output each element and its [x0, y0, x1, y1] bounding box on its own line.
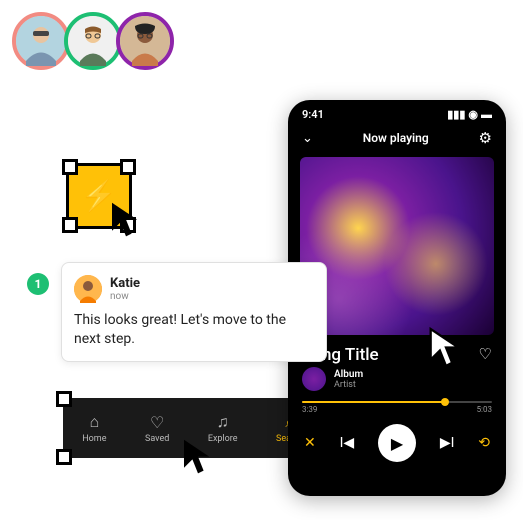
gear-icon[interactable]: ⚙: [479, 129, 492, 147]
header-title: Now playing: [313, 131, 479, 145]
time-elapsed: 3:39: [302, 405, 317, 414]
collaborator-avatars: [12, 12, 168, 70]
cursor-icon: [180, 437, 216, 483]
wifi-icon: ◉: [468, 108, 478, 121]
previous-button[interactable]: I◀: [340, 435, 355, 451]
signal-icon: ▮▮▮: [447, 108, 465, 121]
progress-thumb[interactable]: [441, 398, 449, 406]
album-artwork: [300, 157, 494, 335]
time-total: 5:03: [477, 405, 492, 414]
avatar-user-1[interactable]: [12, 12, 70, 70]
status-time: 9:41: [302, 108, 324, 121]
music-icon: ♫: [217, 412, 229, 432]
resize-handle-bottom-left[interactable]: [62, 217, 78, 233]
nav-item-saved[interactable]: ♡ Saved: [145, 413, 169, 444]
comment-timestamp: now: [110, 291, 140, 302]
avatar-user-3[interactable]: [116, 12, 174, 70]
shuffle-button[interactable]: ✕: [304, 435, 316, 451]
avatar-user-2[interactable]: [64, 12, 122, 70]
play-button[interactable]: ▶: [378, 424, 416, 462]
battery-icon: ▬: [481, 108, 492, 121]
resize-handle-top-left[interactable]: [56, 391, 72, 407]
step-badge: 1: [27, 273, 49, 295]
comment-card[interactable]: Katie now This looks great! Let's move t…: [61, 262, 327, 362]
status-bar: 9:41 ▮▮▮ ◉ ▬: [288, 100, 506, 123]
artist-name: Artist: [334, 380, 363, 390]
nav-label: Home: [82, 434, 106, 444]
resize-handle-top-right[interactable]: [120, 159, 136, 175]
cursor-outline-icon: [426, 326, 466, 376]
progress-bar[interactable]: [302, 401, 492, 403]
nav-label: Saved: [145, 434, 169, 444]
album-name: Album: [334, 369, 363, 380]
nav-item-home[interactable]: ⌂ Home: [82, 412, 106, 444]
cursor-icon: [108, 200, 144, 246]
album-thumbnail[interactable]: [302, 367, 326, 391]
comment-avatar: [74, 275, 102, 303]
comment-body: This looks great! Let's move to the next…: [74, 311, 314, 349]
home-icon: ⌂: [90, 412, 100, 432]
chevron-down-icon[interactable]: ⌄: [302, 131, 313, 146]
next-button[interactable]: ▶I: [440, 435, 455, 451]
resize-handle-bottom-left[interactable]: [56, 449, 72, 465]
favorite-button[interactable]: ♡: [479, 345, 492, 363]
resize-handle-top-left[interactable]: [62, 159, 78, 175]
progress-fill: [302, 401, 445, 403]
heart-icon: ♡: [150, 413, 164, 432]
comment-author: Katie: [110, 276, 140, 291]
repeat-button[interactable]: ⟲: [478, 435, 490, 451]
